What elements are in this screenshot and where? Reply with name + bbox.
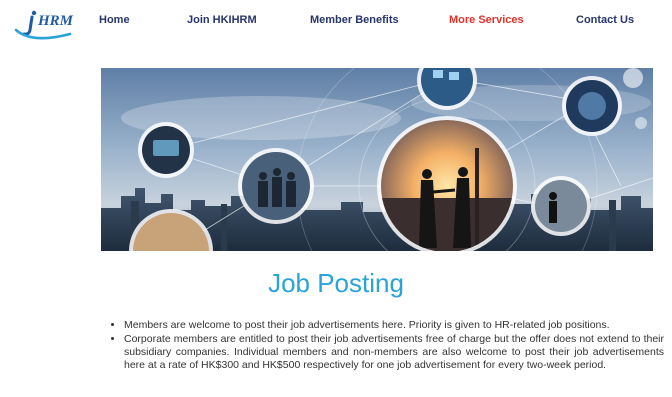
list-item: Corporate members are entitled to post t… bbox=[124, 333, 664, 372]
nav-home[interactable]: Home bbox=[99, 14, 130, 26]
job-posting-info-list: Members are welcome to post their job ad… bbox=[110, 319, 664, 373]
main-nav: Home Join HKIHRM Member Benefits More Se… bbox=[0, 14, 672, 28]
nav-contact-us[interactable]: Contact Us bbox=[576, 14, 634, 26]
business-network-banner-icon bbox=[101, 68, 653, 251]
list-item: Members are welcome to post their job ad… bbox=[124, 319, 664, 332]
nav-more-services[interactable]: More Services bbox=[449, 14, 524, 26]
nav-member-benefits[interactable]: Member Benefits bbox=[310, 14, 399, 26]
nav-join-hkihrm[interactable]: Join HKIHRM bbox=[187, 14, 257, 26]
page-title: Job Posting bbox=[268, 268, 404, 298]
banner-image bbox=[101, 68, 653, 251]
